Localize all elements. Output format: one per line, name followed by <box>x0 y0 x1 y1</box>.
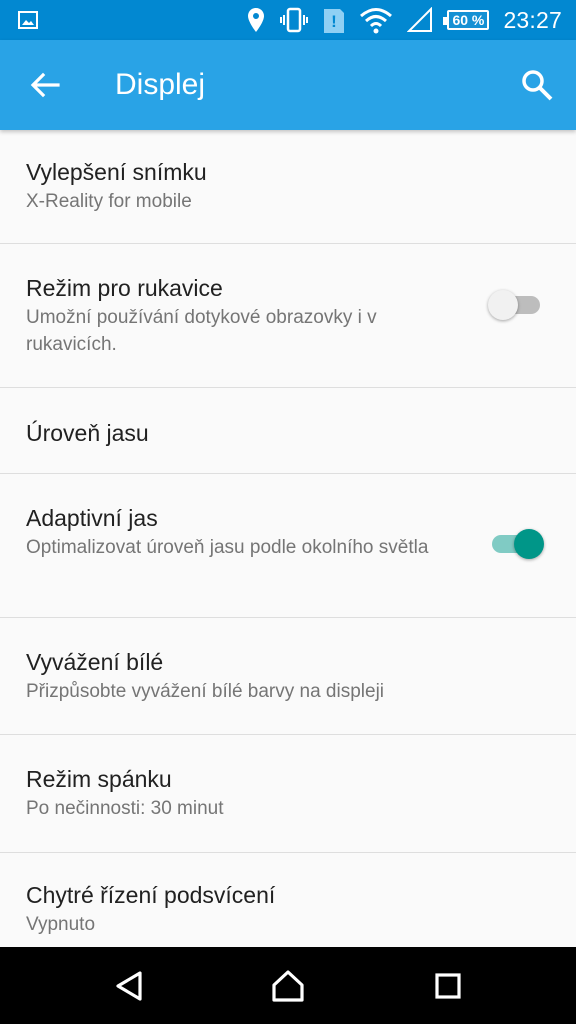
setting-brightness-level[interactable]: Úroveň jasu <box>0 388 576 474</box>
back-triangle-icon[interactable] <box>110 967 148 1005</box>
vibrate-icon <box>279 7 309 33</box>
toggle-thumb <box>488 290 518 320</box>
setting-glove-mode[interactable]: Režim pro rukavice Umožní používání doty… <box>0 244 576 388</box>
setting-summary: Přizpůsobte vyvážení bílé barvy na displ… <box>26 681 385 702</box>
setting-title: Režim spánku <box>26 766 172 792</box>
recents-icon[interactable] <box>429 967 467 1005</box>
setting-summary: Vypnuto <box>26 914 96 935</box>
home-icon[interactable] <box>269 967 307 1005</box>
setting-title: Vylepšení snímku <box>26 159 207 185</box>
search-icon[interactable] <box>520 68 554 102</box>
app-bar: Displej <box>0 40 576 130</box>
image-icon <box>16 8 40 32</box>
glove-mode-toggle[interactable] <box>488 290 544 320</box>
setting-summary: Po nečinnosti: 30 minut <box>26 798 224 819</box>
page-title: Displej <box>115 68 206 101</box>
setting-title: Chytré řízení podsvícení <box>26 882 276 908</box>
setting-adaptive-brightness[interactable]: Adaptivní jas Optimalizovat úroveň jasu … <box>0 474 576 618</box>
battery-icon: 60 % <box>443 10 490 30</box>
svg-text:!: ! <box>332 12 338 31</box>
battery-percent: 60 % <box>443 10 490 30</box>
status-bar: ! 60 % 23:27 <box>0 0 576 40</box>
setting-title: Vyvážení bílé <box>26 649 164 675</box>
setting-title: Úroveň jasu <box>26 420 149 446</box>
location-icon <box>247 7 265 33</box>
wifi-icon <box>359 6 393 34</box>
setting-smart-backlight[interactable]: Chytré řízení podsvícení Vypnuto <box>0 853 576 947</box>
setting-summary: X-Reality for mobile <box>26 191 192 212</box>
toggle-thumb <box>514 529 544 559</box>
arrow-back-icon[interactable] <box>28 68 62 102</box>
setting-summary: Umožní používání dotykové obrazovky i v … <box>26 307 377 355</box>
setting-sleep-mode[interactable]: Režim spánku Po nečinnosti: 30 minut <box>0 735 576 853</box>
setting-summary: Optimalizovat úroveň jasu podle okolního… <box>26 537 429 558</box>
signal-icon <box>407 7 433 33</box>
setting-image-enhancement[interactable]: Vylepšení snímku X-Reality for mobile <box>0 130 576 244</box>
settings-list: Vylepšení snímku X-Reality for mobile Re… <box>0 130 576 947</box>
alert-icon: ! <box>323 6 345 34</box>
navigation-bar <box>0 947 576 1024</box>
status-time: 23:27 <box>503 6 562 33</box>
adaptive-brightness-toggle[interactable] <box>488 529 544 559</box>
setting-white-balance[interactable]: Vyvážení bílé Přizpůsobte vyvážení bílé … <box>0 618 576 735</box>
